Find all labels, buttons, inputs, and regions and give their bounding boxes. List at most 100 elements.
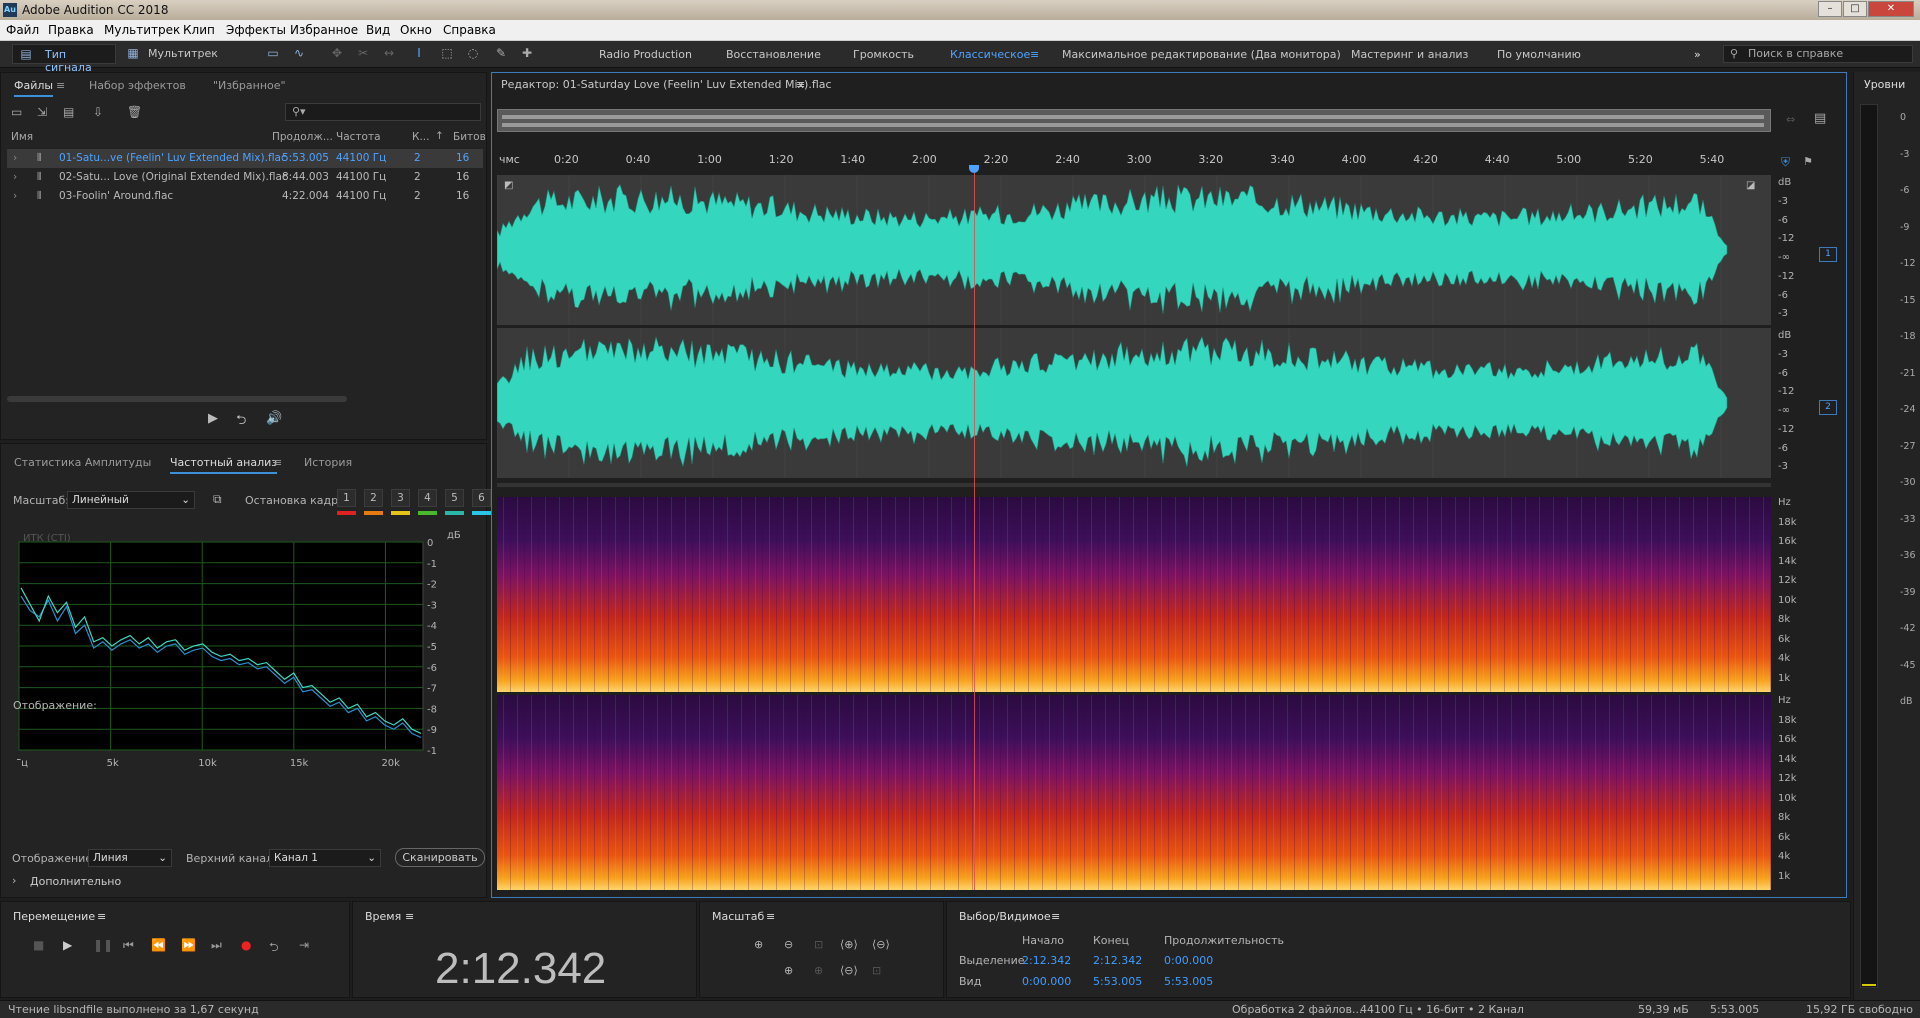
col-channels[interactable]: К... — [412, 131, 429, 143]
advanced-settings-icon[interactable]: ⧉ — [213, 492, 222, 507]
waveform-view-icon[interactable]: ▭ — [264, 46, 282, 62]
minimize-button[interactable]: – — [1818, 1, 1842, 17]
zoom-to-fit-icon[interactable]: ⇔ — [1786, 113, 1795, 126]
loop-preview-icon[interactable]: ⮌ — [236, 411, 246, 433]
file-row[interactable]: › ⫴ 01-Satu...ve (Feelin' Luv Extended M… — [7, 149, 483, 168]
menu-effects[interactable]: Эффекты — [226, 23, 286, 37]
new-file-icon[interactable]: ▤ — [63, 105, 74, 119]
sort-icon[interactable]: ↑ — [435, 130, 444, 142]
zoom-selection-icon[interactable]: ⟨⊖⟩ — [840, 964, 858, 977]
menu-view[interactable]: Вид — [366, 23, 390, 37]
snap-icon[interactable]: ⛨ — [1781, 155, 1790, 170]
tab-effects-rack[interactable]: Набор эффектов — [89, 79, 186, 92]
workspace-loudness[interactable]: Громкость — [853, 48, 914, 61]
autoplay-icon[interactable]: 🔊 — [266, 411, 282, 426]
fade-out-handle-icon[interactable]: ◪ — [1746, 180, 1755, 191]
files-horizontal-scrollbar[interactable] — [7, 396, 347, 402]
open-folder-icon[interactable]: ▭ — [11, 105, 22, 119]
advanced-toggle[interactable]: Дополнительно — [30, 875, 121, 888]
selection-end-field[interactable]: 2:12.342 — [1093, 954, 1142, 967]
close-window-button[interactable]: ✕ — [1868, 1, 1914, 17]
move-tool-icon[interactable]: ✥ — [328, 46, 346, 62]
delete-icon[interactable]: 🗑 — [127, 105, 142, 119]
waveform-channel-2[interactable] — [497, 328, 1771, 478]
loop-icon[interactable]: ⮌ — [269, 938, 279, 959]
zoom-out-end-icon[interactable]: ⊕ — [814, 964, 823, 977]
menu-favorites[interactable]: Избранное — [290, 23, 358, 37]
spot-healing-icon[interactable]: ✚ — [518, 46, 536, 62]
expand-icon[interactable]: › — [13, 190, 17, 202]
col-bits[interactable]: Битов — [453, 131, 486, 143]
more-workspaces-icon[interactable]: » — [1694, 48, 1701, 61]
workspace-mastering[interactable]: Мастеринг и анализ — [1351, 48, 1468, 61]
spectrogram-channel-2[interactable] — [497, 695, 1771, 890]
menu-multitrack[interactable]: Мультитрек — [104, 23, 180, 37]
insert-icon[interactable]: ⇩ — [93, 105, 103, 119]
import-icon[interactable]: ⇲ — [37, 105, 47, 119]
menu-window[interactable]: Окно — [400, 23, 432, 37]
spectral-view-icon[interactable]: ∿ — [290, 46, 308, 62]
tab-frequency-analysis[interactable]: Частотный анализ — [170, 456, 278, 474]
mode-multitrack-button[interactable]: ▦ Мультитрек — [122, 44, 218, 64]
transport-menu-icon[interactable]: ≡ — [97, 910, 106, 923]
zoom-menu-icon[interactable]: ≡ — [766, 910, 775, 923]
play-preview-icon[interactable]: ▶ — [208, 411, 218, 426]
brush-tool-icon[interactable]: ✎ — [492, 46, 510, 62]
tab-history[interactable]: История — [304, 456, 352, 469]
zoom-to-selection-icon[interactable]: ⊡ — [872, 964, 881, 977]
files-filter-input[interactable]: ⚲▾ — [285, 103, 481, 121]
time-ruler[interactable]: чмс 0:20 0:40 1:00 1:20 1:40 2:00 2:20 2:40 3:00 3… — [497, 153, 1771, 169]
overview-navigator[interactable] — [497, 109, 1771, 132]
view-options-icon[interactable]: ▤ — [1814, 111, 1826, 126]
workspace-classic[interactable]: Классическое — [950, 48, 1030, 61]
marker-icon[interactable]: ⚑ — [1803, 155, 1813, 168]
workspace-max-editing[interactable]: Максимальное редактирование (Два монитор… — [1062, 48, 1341, 61]
time-selection-tool-icon[interactable]: I — [410, 46, 428, 62]
workspace-menu-icon[interactable]: ≡ — [1030, 48, 1039, 61]
freeze-button-4[interactable]: 4 — [418, 489, 437, 507]
freeze-button-1[interactable]: 1 — [337, 489, 356, 507]
view-splitter[interactable] — [497, 483, 1771, 487]
col-name[interactable]: Имя — [11, 131, 33, 143]
view-end-field[interactable]: 5:53.005 — [1093, 975, 1142, 988]
freeze-button-6[interactable]: 6 — [472, 489, 491, 507]
stop-icon[interactable]: ■ — [33, 938, 44, 952]
expand-advanced-icon[interactable]: › — [12, 874, 16, 887]
play-icon[interactable]: ▶ — [63, 938, 72, 952]
display-mode-select[interactable]: Линия ⌄ — [88, 849, 172, 867]
files-panel-menu-icon[interactable]: ≡ — [56, 79, 65, 92]
workspace-restoration[interactable]: Восстановление — [726, 48, 821, 61]
playhead-handle[interactable] — [969, 165, 979, 173]
tab-files[interactable]: Файлы — [14, 79, 54, 97]
selection-duration-field[interactable]: 0:00.000 — [1164, 954, 1213, 967]
pause-icon[interactable]: ❚❚ — [93, 938, 113, 952]
menu-edit[interactable]: Правка — [48, 23, 94, 37]
help-search-input[interactable]: ⚲ Поиск в справке — [1723, 45, 1913, 63]
channel-1-toggle[interactable]: 1 — [1819, 247, 1837, 262]
zoom-full-icon[interactable]: ⊡ — [814, 938, 823, 951]
editor-menu-icon[interactable]: ≡ — [796, 78, 805, 91]
skip-selection-icon[interactable]: ⇥ — [299, 938, 309, 952]
expand-icon[interactable]: › — [13, 171, 17, 183]
tab-amplitude-stats[interactable]: Статистика Амплитуды — [14, 456, 151, 469]
workspace-default[interactable]: По умолчанию — [1497, 48, 1581, 61]
file-row[interactable]: › ⫴ 03-Foolin' Around.flac 4:22.004 4410… — [7, 187, 483, 206]
analysis-menu-icon[interactable]: ≡ — [273, 456, 282, 469]
view-start-field[interactable]: 0:00.000 — [1022, 975, 1071, 988]
zoom-in-time-icon[interactable]: ⟨⊕⟩ — [840, 938, 858, 951]
tab-favorites[interactable]: "Избранное" — [213, 79, 286, 92]
scan-button[interactable]: Сканировать — [395, 848, 485, 867]
rewind-icon[interactable]: ⏪ — [151, 938, 166, 952]
menu-file[interactable]: Файл — [6, 23, 39, 37]
waveform-channel-1[interactable] — [497, 175, 1771, 325]
fast-forward-icon[interactable]: ⏩ — [181, 938, 196, 952]
zoom-out-time-icon[interactable]: ⟨⊖⟩ — [872, 938, 890, 951]
expand-icon[interactable]: › — [13, 152, 17, 164]
slip-tool-icon[interactable]: ↔ — [380, 46, 398, 62]
freeze-button-3[interactable]: 3 — [391, 489, 410, 507]
fade-in-handle-icon[interactable]: ◩ — [504, 180, 513, 191]
scale-select[interactable]: Линейный ⌄ — [67, 491, 195, 509]
mode-waveform-button[interactable]: ▤ Тип сигнала — [12, 44, 116, 74]
channel-2-toggle[interactable]: 2 — [1819, 400, 1837, 415]
zoom-in-start-icon[interactable]: ⊕ — [784, 964, 793, 977]
